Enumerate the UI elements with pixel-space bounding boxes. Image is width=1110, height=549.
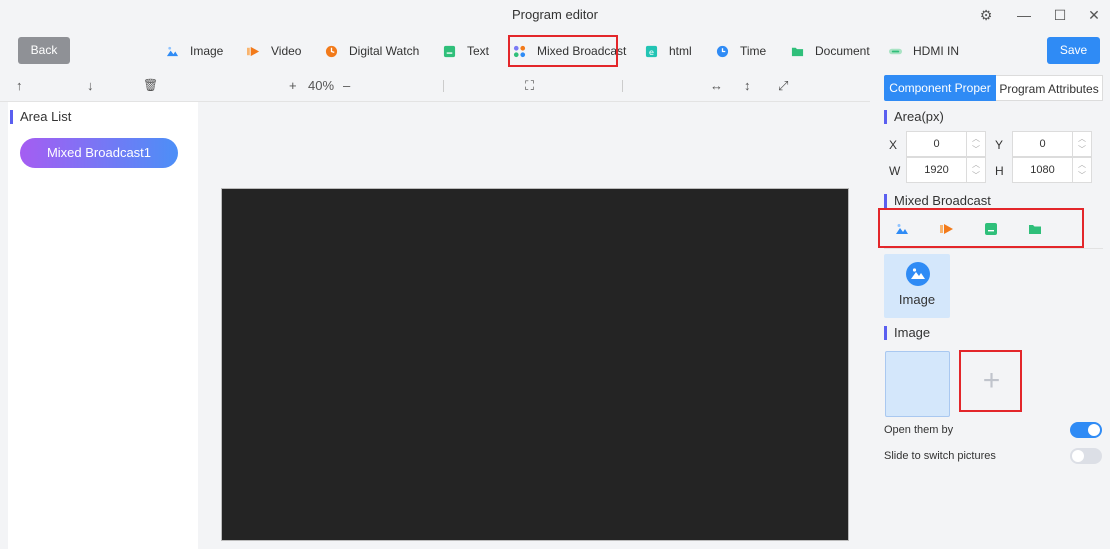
x-input[interactable]: 0 [906, 131, 967, 157]
tool-hdmi-in[interactable]: HDMI IN [889, 42, 959, 60]
tool-document[interactable]: Document [791, 42, 870, 60]
image-thumbnail[interactable] [885, 351, 950, 417]
move-down-icon[interactable]: ↓ [87, 78, 94, 93]
w-stepper[interactable]: ︿ ﹀ [967, 157, 986, 183]
text-icon [443, 45, 456, 57]
image-section-title: Image [884, 326, 930, 340]
divider [443, 80, 444, 92]
zoom-level: 40% [308, 78, 335, 93]
zoom-in-button[interactable]: + [289, 78, 297, 93]
slide-switch-toggle[interactable] [1070, 448, 1102, 464]
selected-type-label: Image [898, 292, 936, 307]
y-stepper[interactable]: ︿ ﹀ [1073, 131, 1092, 157]
tool-time[interactable]: Time [716, 42, 766, 60]
fit-icon[interactable]: ⛶ [525, 78, 534, 94]
y-input[interactable]: 0 [1012, 131, 1073, 157]
h-input[interactable]: 1080 [1012, 157, 1073, 183]
zoom-out-button[interactable]: – [343, 78, 350, 93]
tool-label: Text [467, 44, 490, 58]
hdmi-icon [889, 48, 902, 54]
minimize-button[interactable]: — [1014, 6, 1034, 24]
properties-panel: Component Proper Program Attributes Area… [871, 70, 1110, 549]
w-input[interactable]: 1920 [906, 157, 967, 183]
tool-label: Document [815, 44, 870, 58]
program-canvas[interactable] [221, 188, 849, 541]
tool-label: Image [190, 44, 224, 58]
folder-icon [791, 47, 804, 56]
area-list-title: Area List [10, 110, 71, 124]
fullscreen-icon[interactable]: ⤢ [778, 78, 788, 94]
tool-label: HDMI IN [913, 44, 959, 58]
mixed-broadcast-title: Mixed Broadcast [884, 194, 991, 208]
open-them-by-label: Open them by [884, 424, 954, 436]
tool-text[interactable]: Text [443, 42, 489, 60]
tool-label: Time [740, 44, 767, 58]
title-bar: Program editor ⚙ — ☐ ✕ [0, 0, 1110, 30]
tab-component-properties[interactable]: Component Proper [884, 75, 996, 101]
highlight-mixed-broadcast [508, 35, 618, 67]
fit-width-icon[interactable]: ↔ [710, 78, 723, 93]
tool-video[interactable]: Video [247, 42, 301, 60]
canvas-workspace [198, 102, 870, 549]
window-title: Program editor [512, 7, 598, 22]
clock-icon [325, 45, 338, 57]
divider [884, 248, 1103, 249]
fit-height-icon[interactable]: ↕ [744, 78, 751, 93]
tool-html[interactable]: e html [645, 42, 692, 60]
svg-text:e: e [649, 46, 654, 56]
w-label: W [889, 164, 901, 178]
tab-program-attributes[interactable]: Program Attributes [996, 75, 1103, 101]
slide-switch-label: Slide to switch pictures [884, 450, 996, 462]
open-them-by-toggle[interactable] [1070, 422, 1102, 438]
selected-type-card[interactable]: Image [884, 254, 950, 318]
tool-label: Digital Watch [349, 44, 420, 58]
tool-digital-watch[interactable]: Digital Watch [325, 42, 419, 60]
x-stepper[interactable]: ︿ ﹀ [967, 131, 986, 157]
delete-icon[interactable]: 🗑 [143, 78, 158, 92]
maximize-button[interactable]: ☐ [1050, 6, 1070, 24]
tool-label: Video [271, 44, 302, 58]
h-label: H [995, 164, 1004, 178]
area-px-title: Area(px) [884, 110, 944, 124]
image-icon [906, 262, 930, 286]
area-item-mixed-broadcast1[interactable]: Mixed Broadcast1 [20, 138, 178, 168]
x-label: X [889, 138, 898, 152]
y-label: Y [995, 138, 1004, 152]
tool-image[interactable]: Image [166, 42, 223, 60]
time-icon [716, 45, 729, 57]
html-icon: e [645, 45, 658, 57]
toggle-knob [1088, 424, 1100, 436]
canvas-toolbar: ↑ ↓ 🗑 + 40% – ⛶ ↔ ↕ ⤢ [0, 70, 870, 102]
save-button[interactable]: Save [1047, 37, 1100, 64]
divider [622, 80, 623, 92]
back-button[interactable]: Back [18, 37, 70, 64]
highlight-add-image [959, 350, 1022, 412]
area-list-panel: Area List Mixed Broadcast1 [8, 102, 198, 549]
toggle-knob [1072, 450, 1084, 462]
tool-label: html [669, 44, 692, 58]
close-button[interactable]: ✕ [1084, 6, 1104, 24]
move-up-icon[interactable]: ↑ [16, 78, 23, 93]
h-stepper[interactable]: ︿ ﹀ [1073, 157, 1092, 183]
image-icon [166, 46, 179, 56]
video-icon [247, 46, 260, 56]
highlight-mixed-icons [878, 208, 1084, 248]
settings-icon[interactable]: ⚙ [976, 6, 996, 24]
